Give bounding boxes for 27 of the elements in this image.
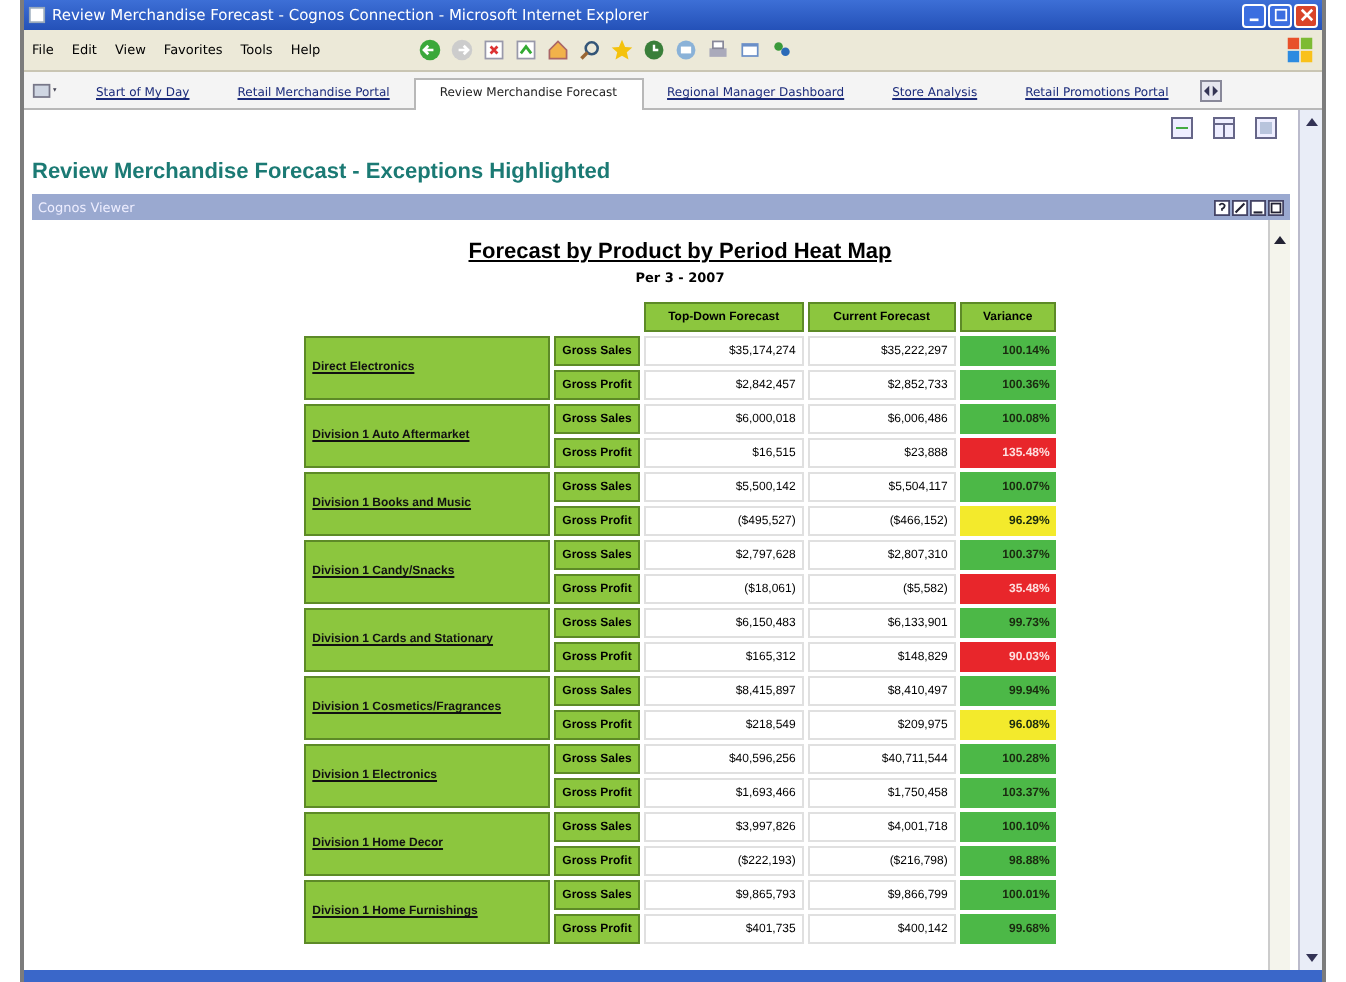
- layout-icon[interactable]: [1212, 116, 1236, 140]
- page-icon: [28, 6, 46, 24]
- maximize-icon[interactable]: [1268, 199, 1284, 215]
- windows-logo-icon: [1286, 36, 1314, 64]
- back-icon[interactable]: [418, 38, 443, 62]
- maximize-button[interactable]: [1268, 3, 1292, 27]
- search-icon[interactable]: [578, 38, 603, 62]
- star-icon[interactable]: [610, 38, 635, 62]
- scroll-up-icon[interactable]: [1303, 114, 1319, 130]
- maximize-icon: [1273, 8, 1287, 22]
- close-icon: [1299, 8, 1313, 22]
- scroll-down-icon[interactable]: [1303, 950, 1319, 966]
- page-scrollbar[interactable]: [1298, 110, 1322, 970]
- minimize-icon[interactable]: [1250, 199, 1266, 215]
- scroll-up-icon[interactable]: [1272, 232, 1288, 248]
- help-icon[interactable]: [1214, 199, 1230, 215]
- close-button[interactable]: [1294, 3, 1318, 27]
- report-title: Forecast by Product by Period Heat Map: [468, 240, 892, 264]
- stop-icon[interactable]: [482, 38, 507, 62]
- scrollbar[interactable]: [1268, 220, 1290, 970]
- arrows-icon: [1202, 84, 1221, 98]
- scroll-tabs-button[interactable]: [1200, 80, 1223, 102]
- minimize-button[interactable]: [1242, 3, 1266, 27]
- page-heading: Review Merchandise Forecast - Exceptions Highlighted: [32, 160, 613, 184]
- home-icon[interactable]: [546, 38, 571, 62]
- print-icon[interactable]: [706, 38, 731, 62]
- portal-menu-icon[interactable]: [32, 80, 60, 100]
